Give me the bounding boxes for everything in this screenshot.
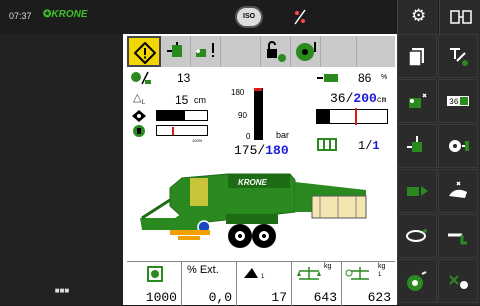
density-icon [131,109,147,123]
cuts-value: 17 [271,290,287,305]
left-side-panel: ■■■ [0,34,122,305]
eject-button[interactable] [397,169,437,213]
fill-level-icon [316,71,340,83]
switch-screen-icon [450,10,472,24]
sensor-icon [406,229,427,242]
scale-icon [297,267,321,280]
twine-warning-button[interactable] [191,36,221,67]
clock: 07:37 [9,11,32,21]
lock-button[interactable] [261,36,291,67]
svg-text:36: 36 [449,98,459,107]
cutter-function-icon [449,275,468,289]
rotor-button[interactable] [438,124,478,168]
delta-length-value: 15 [175,93,189,107]
pressure-gauge-scale [262,88,266,140]
avg-weight-value: 623 [367,290,391,305]
no-connection-icon [292,8,308,26]
pickup-icon [449,181,467,198]
pressure-bar [156,125,208,136]
menu-button[interactable]: ■■■ [42,286,82,304]
bale-count-value: 13 [177,71,191,85]
gauge-readout: 175/180 [234,143,289,158]
empty-slot-2 [321,36,357,67]
counter-cell-cuts[interactable]: 1 17 [237,262,292,306]
pickup-button[interactable] [438,169,478,213]
cutter-icon [244,268,258,278]
avg-scale-icon [345,267,369,280]
svg-text:KRONE: KRONE [238,178,268,187]
eject-icon [407,186,428,196]
chute-button[interactable] [438,214,478,258]
gauge-unit: bar [276,130,290,140]
bale-count-icon [130,70,151,86]
iso-badge[interactable]: ISO [235,6,263,28]
bale-length-bar [316,108,388,125]
lock-icon [267,41,286,62]
counter-cell-extension[interactable]: % Ext. 0,0 [182,262,237,306]
settings-button[interactable]: ⚙ [397,0,438,34]
screen-switch-button[interactable] [439,0,480,34]
warning-button[interactable] [127,36,161,67]
counter-cell-weight[interactable]: kg 643 [292,262,342,306]
bale-counter-readout: 1/1 [358,139,380,153]
empty-slot-1 [221,36,261,67]
wheel-warning-button[interactable] [291,36,321,67]
right-button-column: 36 [397,34,480,305]
gear-icon: ⚙ [411,6,427,25]
fill-level-value: 86 [358,71,372,85]
total-bales-value: 1000 [145,290,177,305]
delta-length-icon: △L [133,92,146,107]
top-status-bar: 07:37 ✪KRONE ISO ⚙ [0,0,480,34]
wheel-function-button[interactable] [397,259,437,303]
baler-illustration: KRONE [130,160,392,256]
delta-length-unit: cm [194,95,206,105]
counters-bar: 1000 % Ext. 0,0 1 17 kg 643 kg 1 623 [127,261,395,306]
brand-logo: ✪KRONE [43,9,88,20]
pressure-bar-scale: 100% [192,138,203,143]
pressure-icon [131,124,147,138]
total-bales-icon [147,266,163,282]
sensor-button[interactable] [397,214,437,258]
extension-label: % Ext. [187,264,219,276]
avg-weight-unit: kg [378,263,386,270]
wheel-warning-icon [296,42,316,61]
hydraulic-icon [450,48,468,66]
knotter-function-icon [407,136,422,152]
empty-slot-3 [357,36,395,67]
weight-unit: kg [324,263,332,270]
counter-display-icon: 36 [447,96,469,107]
gauge-tick-90: 90 [238,111,247,120]
pressure-gauge-bar [254,88,262,140]
twine-button[interactable] [397,79,437,123]
gauge-tick-180: 180 [231,88,245,97]
gauge-tick-0: 0 [246,132,251,141]
bale-length-readout: 36/200cm [330,91,387,106]
chute-icon [448,233,467,245]
warning-icon [134,42,156,64]
counter-cell-total-bales[interactable]: 1000 [127,262,182,306]
knotter-function-button[interactable] [397,124,437,168]
knotter-button[interactable] [161,36,191,67]
fill-level-unit: % [381,74,388,81]
bale-counter-button[interactable]: 36 [438,79,478,123]
rotor-icon [449,140,469,152]
twine-icon [409,93,427,108]
cutter-function-button[interactable] [438,259,478,303]
cuts-sub: 1 [261,274,265,280]
copy-icon [408,48,424,67]
weight-value: 643 [313,290,337,305]
wheel-function-icon [407,271,427,291]
avg-weight-sub: 1 [378,272,382,278]
bale-counter-icon [317,138,337,151]
extension-value: 0,0 [208,290,232,305]
copy-button[interactable] [397,34,437,78]
hydraulic-button[interactable] [438,34,478,78]
knotter-icon [167,42,182,57]
counter-cell-avg-weight[interactable]: kg 1 623 [342,262,395,306]
twine-warning-icon [196,43,214,57]
function-icon-row [127,36,395,67]
density-bar [156,110,208,121]
